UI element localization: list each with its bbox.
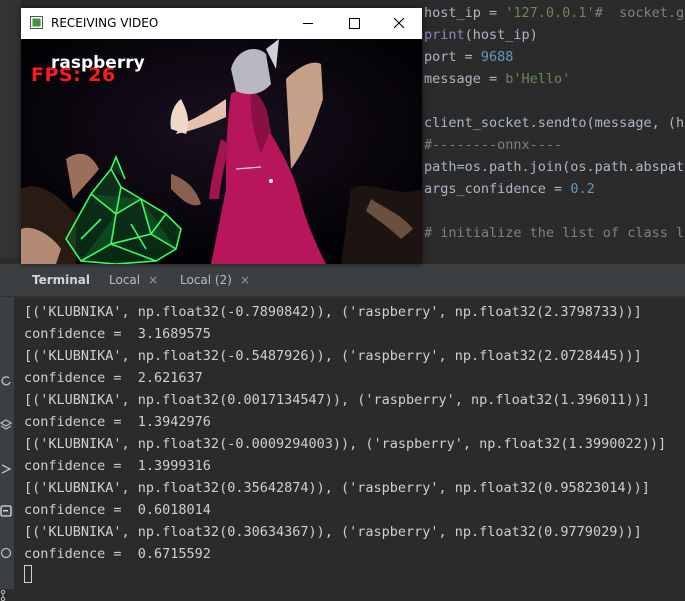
terminal-cursor[interactable] [24,565,32,583]
git-icon[interactable] [0,589,12,601]
window-title: RECEIVING VIDEO [51,16,159,30]
code-token: # initialize the list of class la [424,225,685,241]
editor-gutter [0,0,21,258]
rerun-icon[interactable] [0,375,12,387]
prediction-line: [('KLUBNIKA', np.float32(0.30634367)), (… [24,524,642,540]
close-icon[interactable] [376,8,422,39]
minimize-icon[interactable] [285,8,331,39]
code-token: 0.2 [570,181,595,197]
code-port: port = 9688 [424,46,513,68]
terminal-panel[interactable]: Terminal Local × Local (2) × [('KLUBNIKA',… [0,264,685,601]
confidence-line: confidence = 0.6715592 [24,546,211,562]
window-app-icon [30,16,43,29]
code-token: args_confidence = [424,181,571,197]
prediction-line: [('KLUBNIKA', np.float32(-0.5487926)), (… [24,348,642,364]
confidence-line: confidence = 0.6018014 [24,502,211,518]
window-title-bar[interactable]: RECEIVING VIDEO [21,8,422,39]
terminal-icon[interactable] [0,505,12,517]
code-onnx-comment: #--------onnx---- [424,134,562,156]
video-window[interactable]: RECEIVING VIDEO FPS: 26 raspberry [21,8,422,264]
prediction-line: [('KLUBNIKA', np.float32(0.0017134547)),… [24,392,650,408]
code-token: (host_ip) [464,27,538,43]
maximize-icon[interactable] [331,8,377,39]
code-token: print [424,27,465,43]
code-token: b'Hello' [505,71,571,87]
tab-local-label: Local [109,273,141,287]
code-confidence: args_confidence = 0.2 [424,178,595,200]
video-frame: FPS: 26 raspberry [21,39,422,264]
code-token: path=os.path.join(os.path.abspath [424,159,685,175]
tab-local-close-icon[interactable]: × [148,264,158,296]
code-token: '127.0.0.1' [505,5,595,21]
detected-class-label: raspberry [51,53,145,73]
tab-local-2-close-icon[interactable]: × [240,264,250,296]
code-host-ip: host_ip = '127.0.0.1'# socket.ge [424,2,685,24]
code-message: message = b'Hello' [424,68,570,90]
tab-local-2[interactable]: Local (2) × [180,264,250,296]
code-token: port = [424,49,481,65]
confidence-line: confidence = 1.3942976 [24,414,211,430]
code-token: host_ip = [424,5,506,21]
debug-icon[interactable] [0,463,12,475]
code-token: 9688 [480,49,514,65]
code-path: path=os.path.join(os.path.abspath [424,156,685,178]
confidence-line: confidence = 3.1689575 [24,326,211,342]
code-print: print(host_ip) [424,24,538,46]
code-token: #--------onnx---- [424,137,563,153]
code-token: client_socket.sendto(message, (hos [424,115,685,131]
prediction-line: [('KLUBNIKA', np.float32(-0.7890842)), (… [24,304,642,320]
tab-local-2-label: Local (2) [180,273,232,287]
code-token: # socket.ge [594,5,685,21]
terminal-title: Terminal [32,273,91,287]
prediction-line: [('KLUBNIKA', np.float32(-0.0009294003))… [24,436,667,452]
prediction-line: [('KLUBNIKA', np.float32(0.35642874)), (… [24,480,650,496]
tab-local[interactable]: Local × [109,264,158,296]
code-token: message = [424,71,506,87]
layers-icon[interactable] [0,419,12,431]
code-init-comment: # initialize the list of class la [424,222,685,244]
problems-icon[interactable] [0,547,12,559]
confidence-line: confidence = 1.3999316 [24,458,211,474]
terminal-tab-bar: Terminal Local × Local (2) × [0,264,685,297]
code-sendto: client_socket.sendto(message, (hos [424,112,685,134]
confidence-line: confidence = 2.621637 [24,370,203,386]
terminal-toolbar [0,297,14,601]
